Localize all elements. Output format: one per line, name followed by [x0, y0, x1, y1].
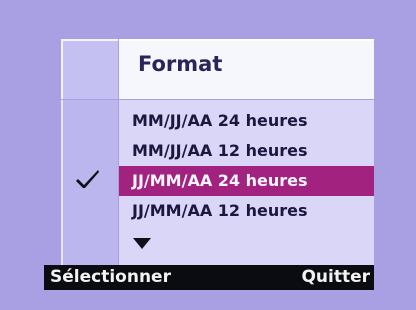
- page-title: Format: [138, 52, 223, 76]
- quit-softkey[interactable]: Quitter: [301, 265, 370, 290]
- option-item[interactable]: JJ/MM/AA 12 heures: [119, 196, 374, 226]
- option-label: MM/JJ/AA 24 heures: [132, 111, 308, 130]
- option-label: JJ/MM/AA 24 heures: [132, 171, 308, 190]
- camera-menu-screen: Format MM/JJ/AA 24 heures MM/JJ/AA 12 he…: [0, 0, 416, 310]
- down-arrow-icon[interactable]: [133, 238, 151, 250]
- select-softkey[interactable]: Sélectionner: [50, 265, 171, 290]
- option-item[interactable]: MM/JJ/AA 12 heures: [119, 136, 374, 166]
- option-item-selected[interactable]: JJ/MM/AA 24 heures: [119, 166, 374, 196]
- option-item[interactable]: MM/JJ/AA 24 heures: [119, 106, 374, 136]
- checkmark-icon: [76, 170, 99, 188]
- option-label: JJ/MM/AA 12 heures: [132, 201, 308, 220]
- header-left-panel: [61, 39, 118, 99]
- option-label: MM/JJ/AA 12 heures: [132, 141, 308, 160]
